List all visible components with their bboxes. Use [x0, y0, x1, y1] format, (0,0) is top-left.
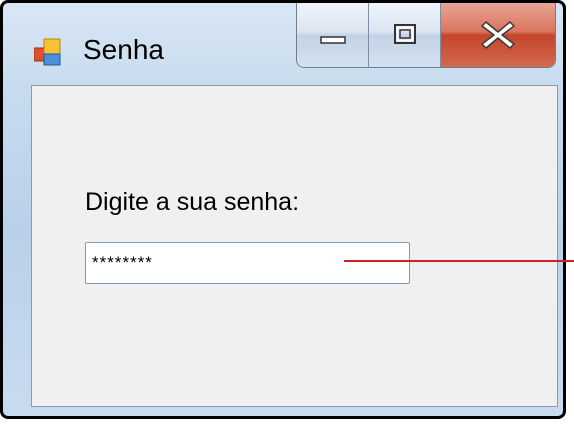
application-icon: [34, 38, 61, 66]
maximize-button[interactable]: [369, 3, 441, 67]
title-bar[interactable]: Senha: [3, 3, 563, 85]
caption-buttons: [296, 3, 556, 68]
minimize-icon: [319, 36, 346, 44]
maximize-icon: [393, 24, 416, 44]
password-field[interactable]: [85, 242, 410, 284]
minimize-button[interactable]: [297, 3, 369, 67]
close-button[interactable]: [441, 3, 555, 67]
dialog-window: Senha Digite a sua senha:: [0, 0, 566, 419]
password-prompt-label: Digite a sua senha:: [85, 188, 300, 216]
close-icon: [481, 21, 515, 49]
window-title: Senha: [83, 34, 164, 65]
annotation-pointer-line: [344, 260, 574, 262]
